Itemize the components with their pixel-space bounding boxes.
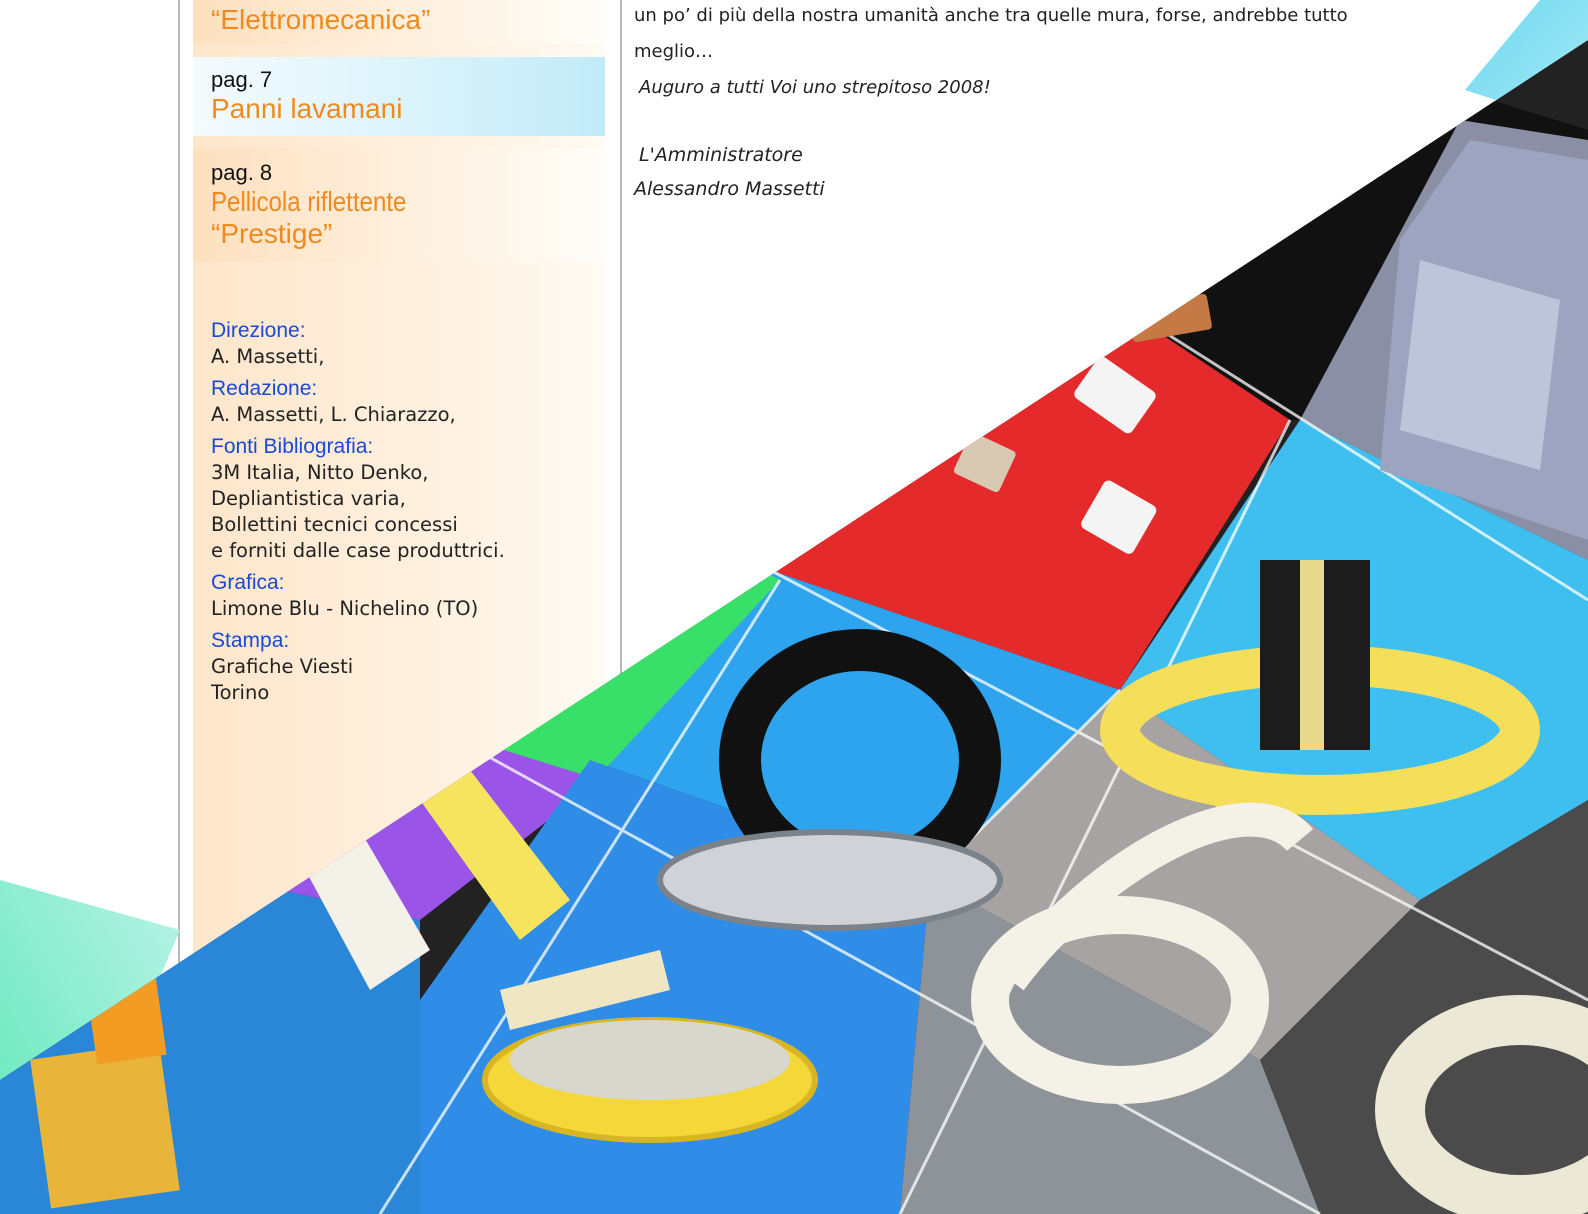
document-page: “Elettromecanica” pag. 7 Panni lavamani …	[0, 0, 1588, 1214]
tape-roll-yellow-2	[482, 1017, 818, 1143]
collage-tiles	[0, 40, 1588, 1214]
tape-photo-collage	[0, 0, 1588, 1214]
